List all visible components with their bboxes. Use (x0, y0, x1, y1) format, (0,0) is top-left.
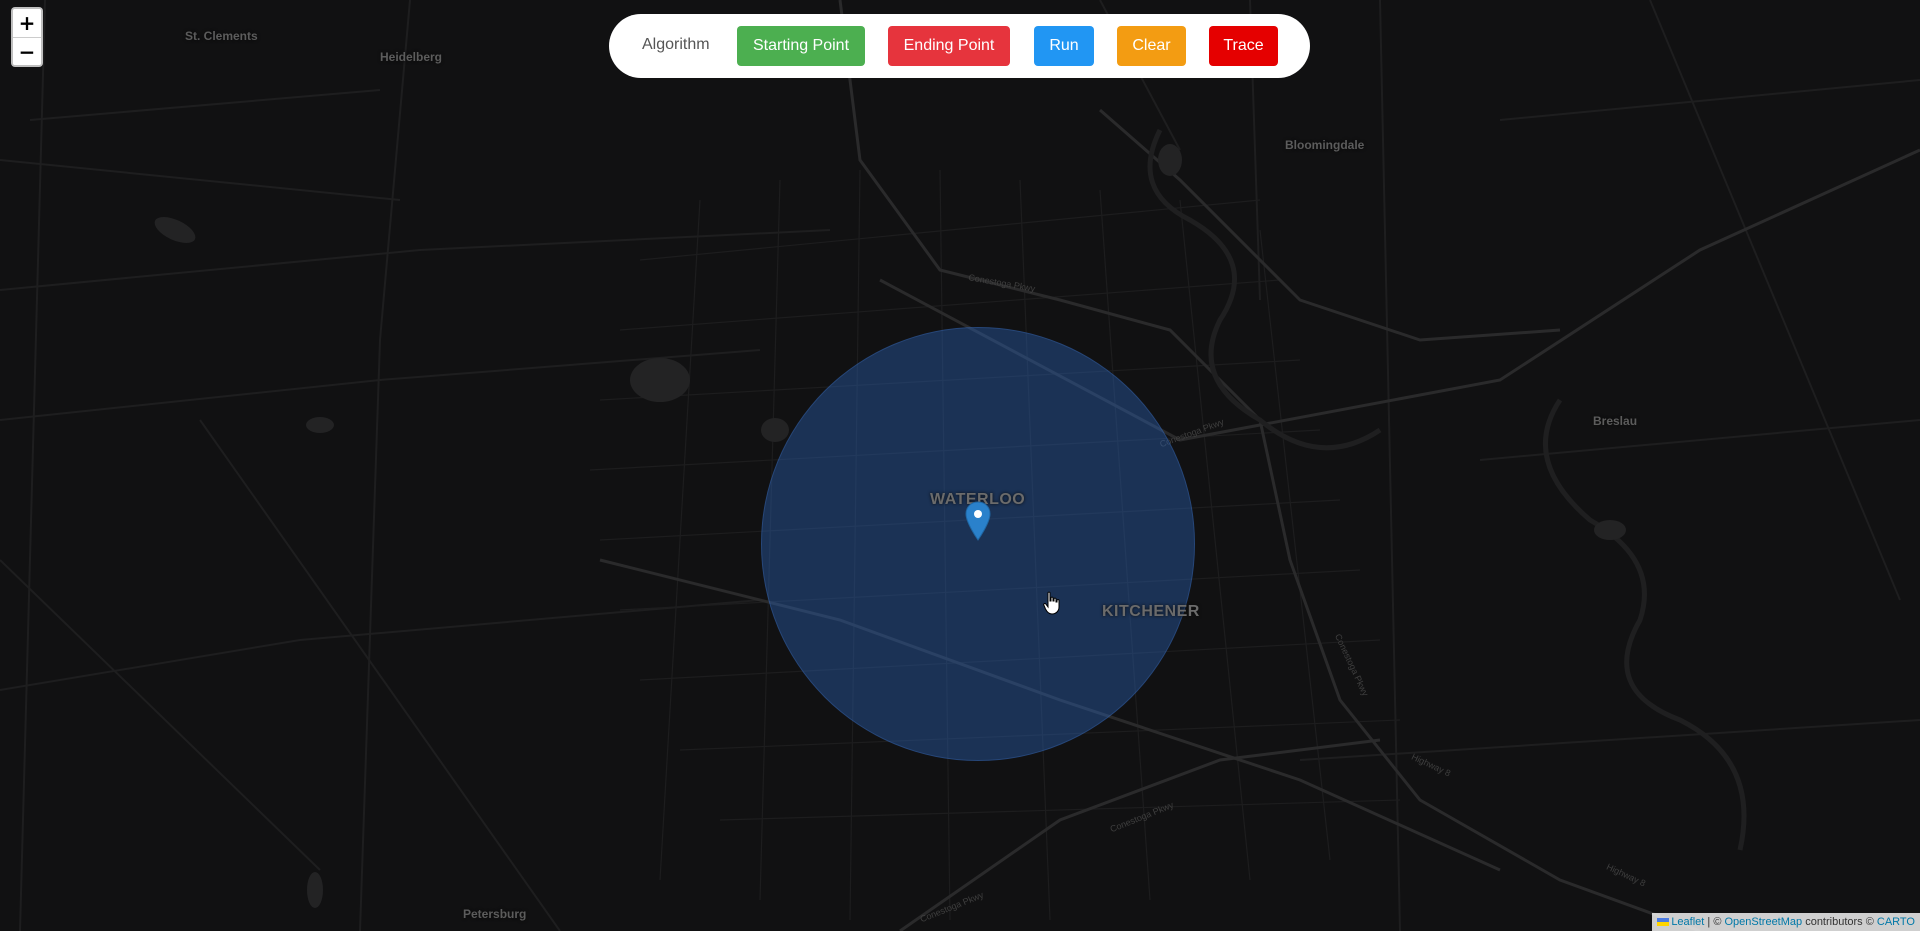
place-label-heidelberg: Heidelberg (380, 50, 443, 64)
ukraine-flag-icon (1657, 918, 1670, 926)
city-label-kitchener: KITCHENER (1102, 603, 1200, 620)
algorithm-selector[interactable]: Algorithm (642, 36, 710, 54)
leaflet-link[interactable]: Leaflet (1671, 916, 1704, 928)
search-radius-circle[interactable] (761, 327, 1195, 761)
zoom-out-button[interactable]: − (13, 38, 41, 65)
place-label-bloomingdale: Bloomingdale (1285, 138, 1365, 152)
starting-point-button[interactable]: Starting Point (737, 26, 865, 66)
run-button[interactable]: Run (1034, 26, 1094, 66)
zoom-in-button[interactable]: + (13, 9, 41, 38)
clear-button[interactable]: Clear (1117, 26, 1186, 66)
attribution-separator: | © (1704, 916, 1725, 928)
place-label-st-clements: St. Clements (185, 29, 258, 43)
control-toolbar: Algorithm Starting Point Ending Point Ru… (609, 14, 1310, 78)
trace-button[interactable]: Trace (1209, 26, 1278, 66)
location-marker-icon[interactable] (965, 501, 991, 541)
ending-point-button[interactable]: Ending Point (888, 26, 1010, 66)
attribution-contributors: contributors © (1802, 916, 1877, 928)
openstreetmap-link[interactable]: OpenStreetMap (1724, 916, 1802, 928)
map-attribution: Leaflet | © OpenStreetMap contributors ©… (1652, 913, 1920, 931)
zoom-control: + − (11, 7, 43, 67)
map-canvas[interactable]: St. Clements Heidelberg Bloomingdale Bre… (0, 0, 1920, 931)
carto-link[interactable]: CARTO (1877, 916, 1915, 928)
hand-cursor-icon (1043, 591, 1060, 615)
place-label-breslau: Breslau (1593, 414, 1638, 428)
place-label-petersburg: Petersburg (463, 907, 527, 921)
